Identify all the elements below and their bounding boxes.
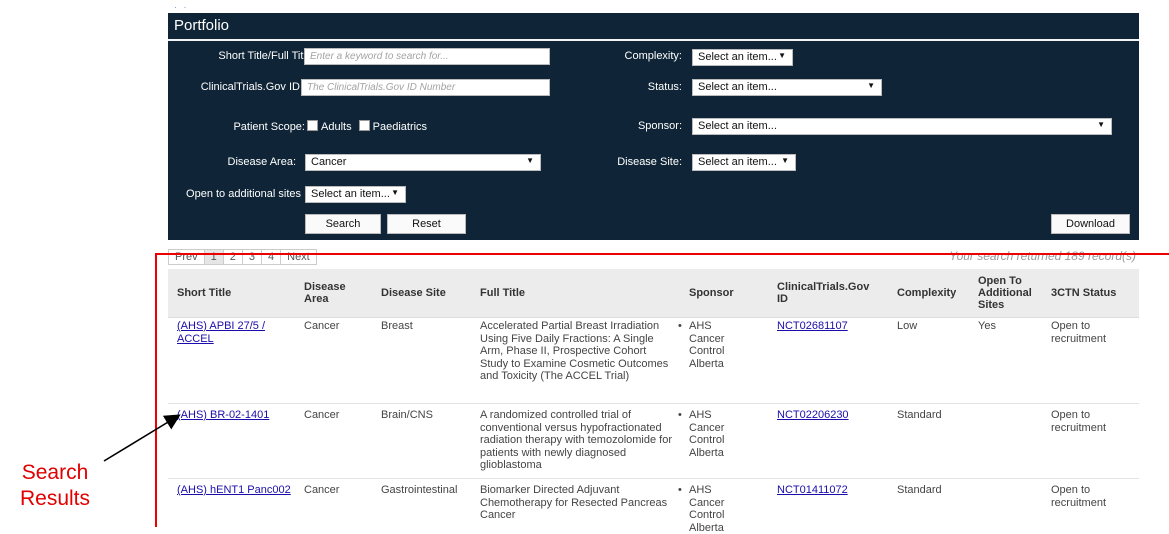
- callout-line-2: Results: [19, 487, 91, 510]
- callout-line-1: Search: [21, 461, 89, 484]
- search-results-callout: Search Results: [0, 460, 110, 512]
- annotation-arrow: [103, 414, 181, 462]
